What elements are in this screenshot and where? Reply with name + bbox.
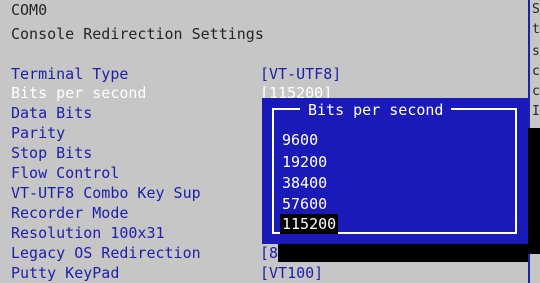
option-9600[interactable]: 9600 <box>282 130 318 150</box>
setting-value-terminal-type[interactable]: [VT-UTF8] <box>260 64 341 84</box>
help-text-fragment: c <box>532 64 540 79</box>
option-57600[interactable]: 57600 <box>282 194 327 214</box>
setting-value-putty-keypad[interactable]: [VT100] <box>260 263 323 283</box>
setting-label-flow-control[interactable]: Flow Control <box>11 163 119 183</box>
option-115200-selected[interactable]: 115200 <box>280 214 339 234</box>
setting-label-recorder-mode[interactable]: Recorder Mode <box>11 203 128 223</box>
option-38400[interactable]: 38400 <box>282 173 327 193</box>
setting-label-legacy-os[interactable]: Legacy OS Redirection <box>11 243 201 263</box>
help-text-fragment: I <box>532 104 540 119</box>
setting-label-putty-keypad[interactable]: Putty KeyPad <box>11 263 119 283</box>
help-text-fragment: S <box>532 2 540 17</box>
setting-label-data-bits[interactable]: Data Bits <box>11 103 92 123</box>
option-19200[interactable]: 19200 <box>282 152 327 172</box>
setting-label-resolution[interactable]: Resolution 100x31 <box>11 223 165 243</box>
popup-shadow-bottom <box>278 244 528 262</box>
help-text-fragment: c <box>532 84 540 99</box>
setting-label-bits-per-second[interactable]: Bits per second <box>11 83 146 103</box>
page-title: Console Redirection Settings <box>11 25 264 43</box>
popup-shadow-right <box>528 128 540 254</box>
setting-label-stop-bits[interactable]: Stop Bits <box>11 143 92 163</box>
help-text-fragment: s <box>532 44 540 59</box>
setting-value-legacy-os[interactable]: [8 <box>260 243 278 263</box>
setting-label-combo-key[interactable]: VT-UTF8 Combo Key Sup <box>11 183 201 203</box>
setting-label-terminal-type[interactable]: Terminal Type <box>11 64 128 84</box>
port-label: COM0 <box>11 1 48 19</box>
bits-per-second-popup: Bits per second 9600 19200 38400 57600 1… <box>262 98 528 244</box>
popup-title: Bits per second <box>300 102 452 118</box>
setting-label-parity[interactable]: Parity <box>11 123 65 143</box>
help-text-fragment: t <box>532 22 540 37</box>
